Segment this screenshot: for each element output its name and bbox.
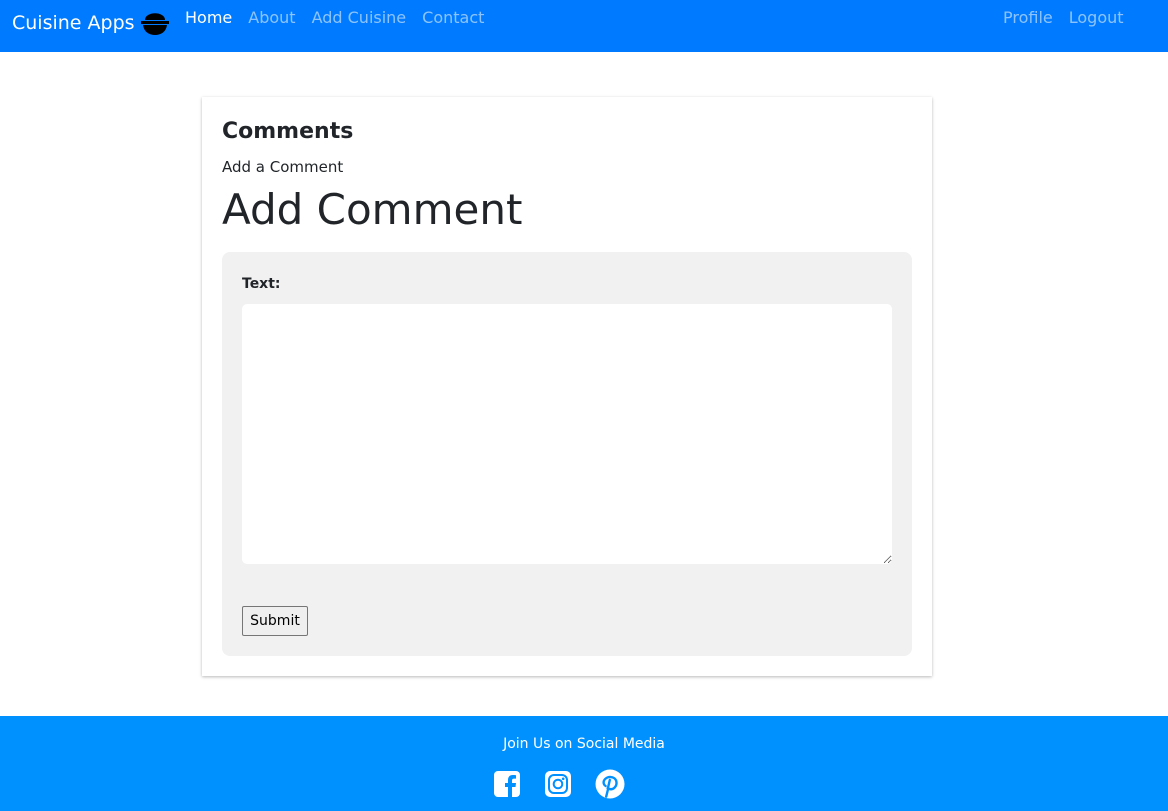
submit-button[interactable]: Submit [242, 606, 308, 636]
brand-link[interactable]: Cuisine Apps [12, 9, 171, 37]
form-heading: Add Comment [222, 185, 523, 234]
brand-name: Cuisine Apps [12, 12, 135, 34]
text-label: Text: [242, 276, 281, 292]
add-comment-subtitle: Add a Comment [222, 158, 344, 176]
navbar: Cuisine Apps Home About Add Cuisine Cont… [0, 0, 1168, 52]
footer: Join Us on Social Media [0, 716, 1168, 811]
nav-profile[interactable]: Profile [1003, 8, 1053, 28]
pinterest-icon[interactable] [594, 768, 626, 800]
comments-card: Comments Add a Comment Add Comment Text:… [202, 97, 932, 676]
nav-add-cuisine[interactable]: Add Cuisine [312, 8, 407, 28]
nav-about[interactable]: About [248, 8, 295, 28]
comment-text-input[interactable] [242, 304, 892, 564]
footer-text: Join Us on Social Media [503, 736, 665, 752]
nav-contact[interactable]: Contact [422, 8, 484, 28]
comment-form: Text: Submit [222, 252, 912, 656]
nav-home[interactable]: Home [185, 8, 232, 28]
facebook-icon[interactable] [491, 768, 523, 800]
bowl-icon [139, 9, 171, 37]
comments-title: Comments [222, 119, 354, 144]
instagram-icon[interactable] [542, 768, 574, 800]
nav-logout[interactable]: Logout [1069, 8, 1124, 28]
